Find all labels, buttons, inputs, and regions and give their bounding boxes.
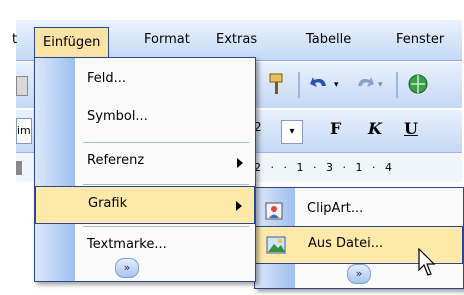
- hyperlink-icon[interactable]: [406, 72, 430, 96]
- submenu-arrow-icon: [237, 158, 243, 168]
- toolbar-separator-2: [396, 72, 398, 98]
- menu-bar: t Einfügen Format Extras Tabelle Fenster: [12, 20, 462, 61]
- feld-label: Feld...: [87, 71, 127, 86]
- submenu-expand-icon[interactable]: »: [347, 264, 371, 284]
- menu-item-einfuegen[interactable]: Einfügen: [34, 27, 110, 58]
- mouse-cursor-icon: [418, 247, 438, 278]
- referenz-label: Referenz: [87, 153, 145, 168]
- format-painter-icon[interactable]: [266, 72, 288, 96]
- menu-separator-2: [83, 184, 249, 185]
- menu-item-feld[interactable]: Feld...: [35, 62, 255, 100]
- clipart-icon: [265, 202, 283, 220]
- menu-item-textmarke[interactable]: Textmarke...: [35, 228, 255, 266]
- clipart-label: ClipArt...: [307, 201, 364, 216]
- italic-button[interactable]: K: [368, 119, 382, 138]
- menu-item-symbol[interactable]: Symbol...: [35, 100, 255, 138]
- toolbar-button-partial-icon[interactable]: [16, 76, 28, 96]
- font-size-dropdown-icon[interactable]: ▾: [281, 120, 303, 144]
- underline-button[interactable]: U: [404, 119, 418, 138]
- textmarke-label: Textmarke...: [87, 237, 167, 252]
- menu-item-tabelle[interactable]: Tabelle: [306, 32, 351, 47]
- ruler-ticks: 2 · · 1 · 3 · 1 · 4: [254, 161, 395, 174]
- font-name-box[interactable]: ime: [16, 118, 32, 144]
- submenu-arrow-icon: [236, 201, 242, 211]
- grafik-label: Grafik: [88, 196, 128, 211]
- menu-expand-icon[interactable]: »: [115, 258, 139, 278]
- menu-item-fenster[interactable]: Fenster: [396, 32, 444, 47]
- redo-icon[interactable]: [352, 72, 376, 96]
- undo-icon[interactable]: [308, 72, 332, 96]
- einfuegen-menu: Feld... Symbol... Referenz Grafik Textma…: [34, 57, 256, 282]
- menu-separator: [83, 142, 249, 143]
- submenu-item-clipart[interactable]: ClipArt...: [255, 192, 463, 230]
- menu-item-referenz[interactable]: Referenz: [35, 144, 255, 182]
- menu-item-extras[interactable]: Extras: [216, 32, 257, 47]
- menu-item-ansicht[interactable]: t: [12, 32, 17, 47]
- aus-datei-label: Aus Datei...: [308, 236, 384, 251]
- redo-dropdown-icon[interactable]: ▾: [378, 80, 383, 90]
- picture-from-file-icon: [266, 236, 286, 254]
- undo-dropdown-icon[interactable]: ▾: [334, 80, 339, 90]
- menu-item-grafik[interactable]: Grafik: [35, 186, 255, 224]
- ruler-indent-marker[interactable]: [16, 161, 22, 175]
- symbol-label: Symbol...: [87, 109, 148, 124]
- menu-separator-3: [83, 226, 249, 227]
- toolbar-separator: [298, 72, 300, 98]
- bold-button[interactable]: F: [330, 119, 341, 138]
- menu-item-format[interactable]: Format: [144, 32, 190, 47]
